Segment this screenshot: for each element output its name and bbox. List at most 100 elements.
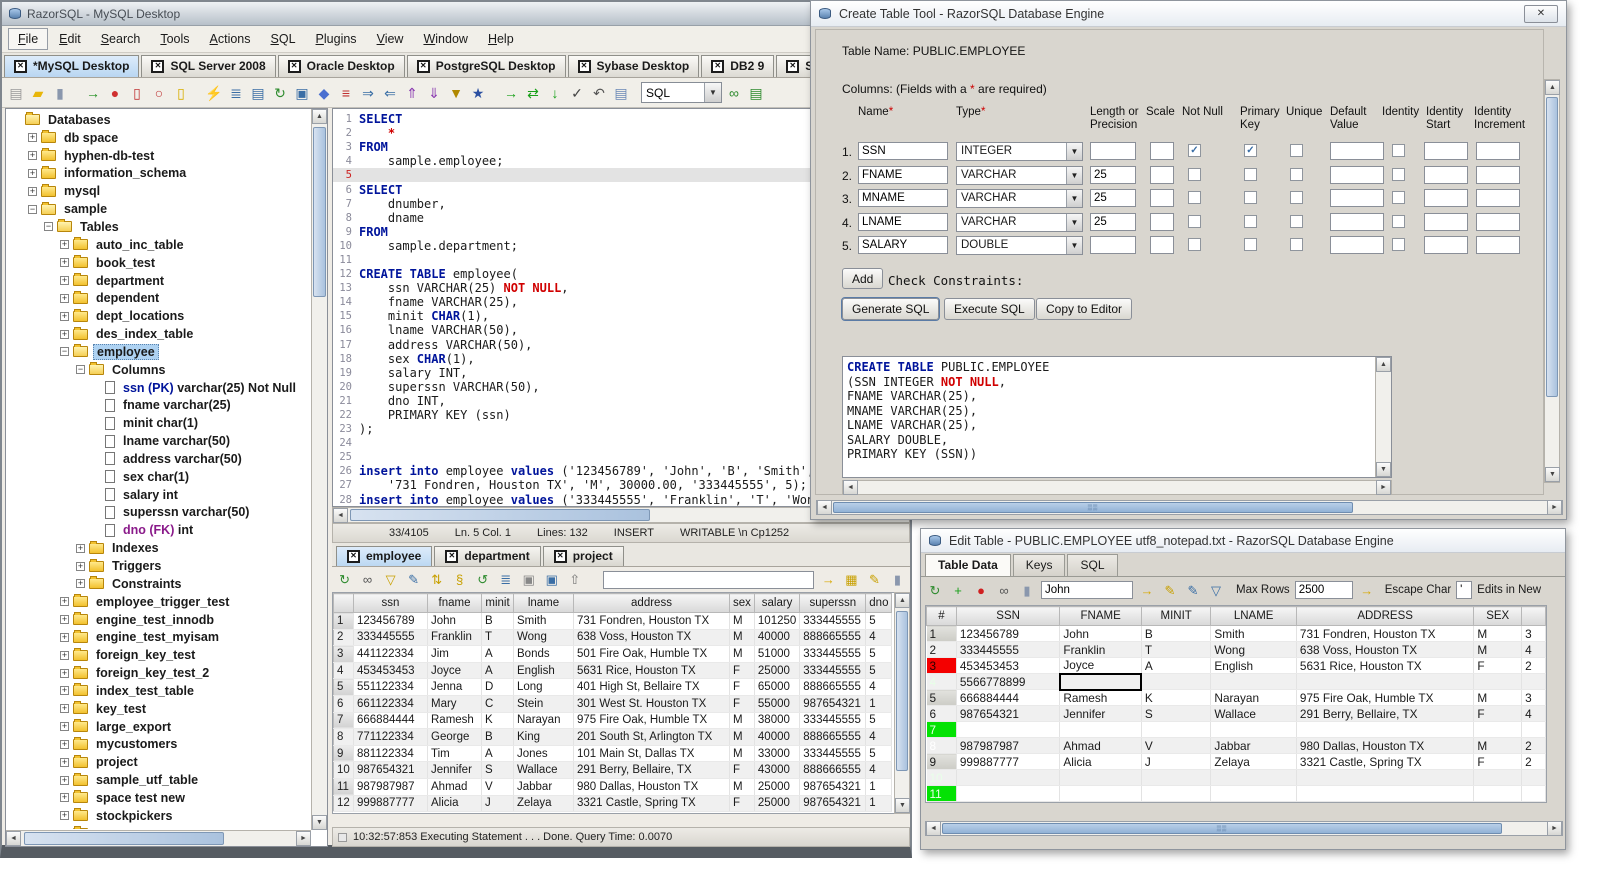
results-row-4[interactable]: 4 453453453 Joyce A English 5631 Rice, Housto… [333,661,893,680]
results-cell[interactable]: M [729,778,755,796]
results-cell[interactable]: 999887777 [353,795,428,813]
edit-cell[interactable]: Wong [1210,641,1297,658]
scroll-up-icon[interactable]: ▲ [1545,80,1560,95]
tree-item-dno-fk[interactable]: dno (FK) int [8,521,310,539]
scale-input[interactable] [1150,142,1174,160]
execute-fetch-icon[interactable]: ⇄ [523,83,543,103]
edit-cell[interactable]: F [1473,705,1523,722]
edit-cell[interactable]: 333445555 [956,641,1061,658]
chevron-down-icon[interactable]: ▼ [704,83,721,102]
identity-increment-input[interactable] [1476,236,1520,254]
results-cell[interactable]: B [481,728,514,746]
open-file-icon[interactable]: ▰ [28,83,48,103]
edit-delete-row-icon[interactable]: ● [972,581,990,599]
edit-cell[interactable] [1210,721,1297,738]
default-value-input[interactable] [1330,212,1384,231]
results-cell[interactable]: F [729,795,755,813]
identity-start-input[interactable] [1424,165,1468,184]
edit-horizontal-scrollbar[interactable]: ◄ ▒▒ ► [925,821,1563,836]
results-tab-employee[interactable]: ✕ employee [336,546,433,566]
expand-icon[interactable]: + [60,329,69,339]
results-cell[interactable]: Ahmad [427,778,482,796]
tree-item-engine-test-innodb[interactable]: + engine_test_innodb [8,611,310,629]
expand-icon[interactable]: + [60,258,69,268]
menu-tools[interactable]: Tools [151,29,198,49]
column-type-select[interactable]: VARCHAR ▼ [956,189,1083,208]
primary-key-checkbox[interactable] [1244,167,1257,181]
not-null-checkbox[interactable] [1188,167,1201,181]
results-cell[interactable]: Stein [513,695,574,713]
results-cell[interactable]: George [427,728,482,746]
tree-item-sex-char-1[interactable]: sex char(1) [8,468,310,486]
tree-scroll-thumb[interactable] [313,127,326,297]
tree-item-mycustomers[interactable]: + mycustomers [8,736,310,754]
identity-checkbox[interactable] [1392,214,1405,228]
edit-header-fname[interactable]: FNAME [1059,606,1142,626]
outdent-icon[interactable]: ⇐ [380,83,400,103]
results-cell[interactable]: F [729,695,755,713]
tree-item-tables[interactable]: − Tables [8,218,310,236]
results-vertical-scrollbar[interactable]: ▲ ▼ [894,592,910,814]
results-header-address[interactable]: address [573,593,730,613]
edit-cell[interactable]: 987654321 [956,705,1061,722]
scale-input[interactable] [1150,212,1174,231]
unique-checkbox[interactable] [1290,191,1303,204]
results-cell[interactable]: 123456789 [353,612,428,630]
tree-item-lname-varchar-50[interactable]: lname varchar(50) [8,432,310,450]
scroll-right-icon[interactable]: ► [1547,821,1562,836]
scroll-left-icon[interactable]: ◄ [6,831,21,846]
edit-cell[interactable] [1141,785,1212,802]
tree-item-auto-inc-table[interactable]: + auto_inc_table [8,236,310,254]
results-cell[interactable]: 25000 [754,778,801,796]
scroll-down-icon[interactable]: ▼ [1376,462,1391,477]
results-copy-cell-icon[interactable]: ▣ [543,571,560,589]
edit-cell[interactable]: M [1473,689,1523,706]
edit-cell[interactable]: 638 Voss, Houston TX [1296,641,1475,658]
length-input[interactable] [1090,189,1136,207]
edit-cell[interactable]: B [1141,625,1212,642]
length-input[interactable] [1090,212,1136,231]
results-cell[interactable]: F [729,678,755,696]
scroll-down-icon[interactable]: ▼ [895,798,910,813]
results-cell[interactable]: 4 [865,678,893,696]
results-edit-sql-icon[interactable]: ✎ [866,571,883,589]
results-cell[interactable]: F [729,662,755,680]
execute-icon[interactable]: → [501,83,521,103]
tree-item-salary-int[interactable]: salary int [8,486,310,504]
tree-item-superssn-varchar-50[interactable]: superssn varchar(50) [8,504,310,522]
results-row-12[interactable]: 12 999887777 Alicia J Zelaya 3321 Castle, Spr… [333,794,893,813]
tree-item-address-varchar-50[interactable]: address varchar(50) [8,450,310,468]
edit-cell[interactable] [1141,721,1212,738]
edit-row-4[interactable]: 4 5566778899 [926,672,1546,691]
edit-refresh-table-icon[interactable]: ↻ [926,581,944,599]
generate-sql-button[interactable]: Generate SQL [840,297,941,321]
results-header-lname[interactable]: lname [513,593,574,613]
tree-item-key-test[interactable]: + key_test [8,700,310,718]
scroll-left-icon[interactable]: ◄ [926,821,941,836]
edit-cell[interactable] [1521,785,1546,802]
edit-cell[interactable]: 2 [1521,753,1546,770]
results-edit-results-icon[interactable]: ✎ [405,571,422,589]
collapse-icon[interactable]: − [76,365,85,375]
identity-increment-input[interactable] [1476,142,1520,160]
unique-checkbox[interactable] [1290,167,1303,181]
import-icon[interactable]: ≡ [336,83,356,103]
close-tab-icon[interactable]: ✕ [151,59,165,73]
results-cell[interactable]: Jim [427,645,482,663]
menu-actions[interactable]: Actions [201,29,260,49]
menu-search[interactable]: Search [92,29,150,49]
results-row-9[interactable]: 9 881122334 Tim A Jones 101 Main St, Dallas T… [333,744,893,763]
tree-item-foreign-key-test[interactable]: + foreign_key_test [8,646,310,664]
results-cell[interactable]: 55000 [754,695,801,713]
close-tab-icon[interactable]: ✕ [416,59,430,73]
tree-item-space-test-new[interactable]: + space test new [8,789,310,807]
tree-item-employee-trigger-test[interactable]: + employee_trigger_test [8,593,310,611]
results-cell[interactable]: Bonds [513,645,574,663]
results-cell[interactable]: Narayan [513,712,574,730]
expand-icon[interactable]: + [60,757,69,767]
main-titlebar[interactable]: RazorSQL - MySQL Desktop [2,2,910,26]
close-tab-icon[interactable]: ✕ [287,59,301,73]
scroll-right-icon[interactable]: ► [296,831,311,846]
edit-cell[interactable]: Smith [1210,625,1297,642]
edit-cell[interactable]: 980 Dallas, Houston TX [1296,737,1475,754]
